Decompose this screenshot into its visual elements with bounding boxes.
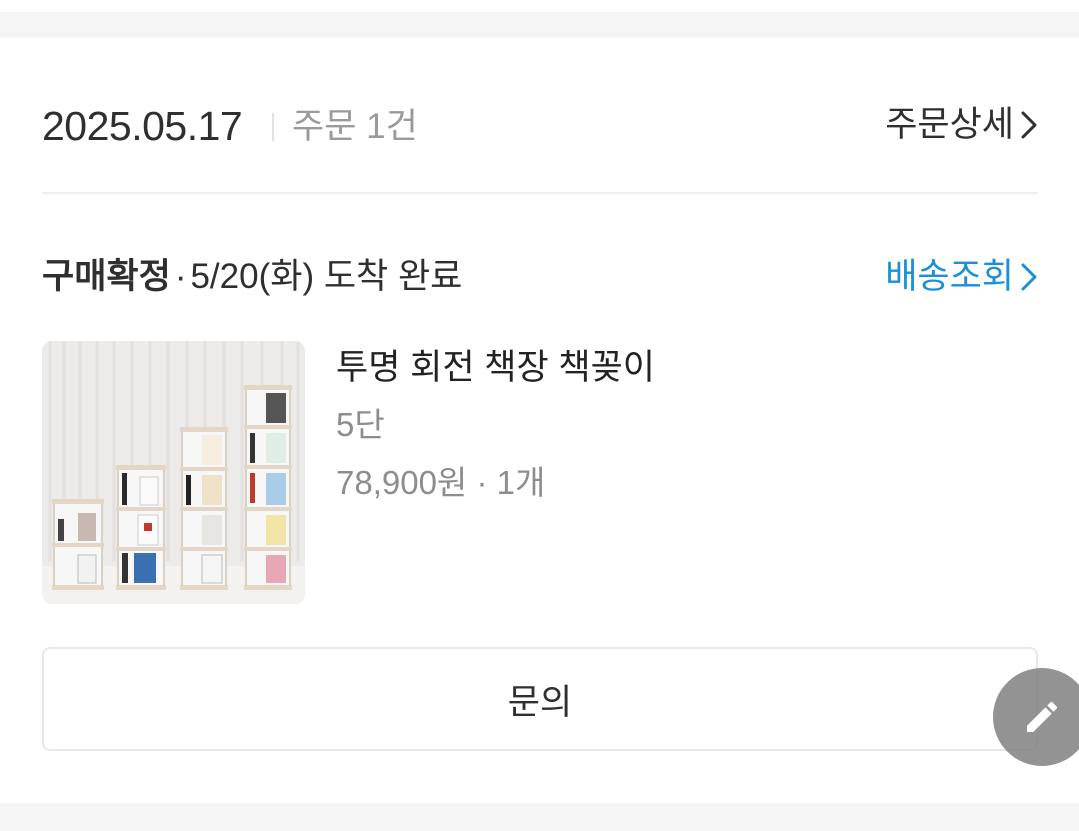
inquiry-button[interactable]: 문의 bbox=[42, 647, 1038, 751]
product-thumbnail[interactable] bbox=[42, 341, 305, 604]
purchase-status: 구매확정 bbox=[42, 257, 171, 296]
header-divider bbox=[42, 192, 1038, 194]
order-detail-label: 주문상세 bbox=[885, 105, 1014, 144]
order-date: 2025.05.17 bbox=[42, 103, 243, 149]
order-header: 2025.05.17 주문 1건 주문상세 bbox=[42, 95, 1038, 157]
delivery-status-text: 구매확정 · 5/20(화) 도착 완료 bbox=[42, 254, 462, 300]
chevron-right-icon bbox=[1021, 111, 1037, 139]
top-section-gap bbox=[0, 12, 1079, 38]
product-option: 5단 bbox=[336, 406, 385, 443]
chevron-right-icon bbox=[1021, 263, 1037, 291]
bookshelf-image bbox=[42, 341, 305, 604]
pencil-icon bbox=[1027, 701, 1058, 732]
product-name: 투명 회전 책장 책꽂이 bbox=[336, 348, 655, 387]
arrival-info: 5/20(화) 도착 완료 bbox=[190, 257, 463, 296]
product-price-quantity: 78,900원 · 1개 bbox=[336, 464, 546, 501]
tracking-link[interactable]: 배송조회 bbox=[885, 254, 1038, 300]
order-count: 주문 1건 bbox=[292, 107, 418, 146]
bottom-section-gap bbox=[0, 803, 1079, 831]
delivery-status-row: 구매확정 · 5/20(화) 도착 완료 배송조회 bbox=[42, 254, 1038, 304]
header-separator bbox=[272, 113, 274, 141]
product-info[interactable]: 투명 회전 책장 책꽂이 5단 78,900원 · 1개 bbox=[336, 344, 996, 506]
status-separator: · bbox=[174, 257, 187, 296]
tracking-label: 배송조회 bbox=[885, 257, 1014, 296]
floating-edit-button[interactable] bbox=[993, 668, 1079, 766]
order-detail-link[interactable]: 주문상세 bbox=[885, 103, 1038, 147]
